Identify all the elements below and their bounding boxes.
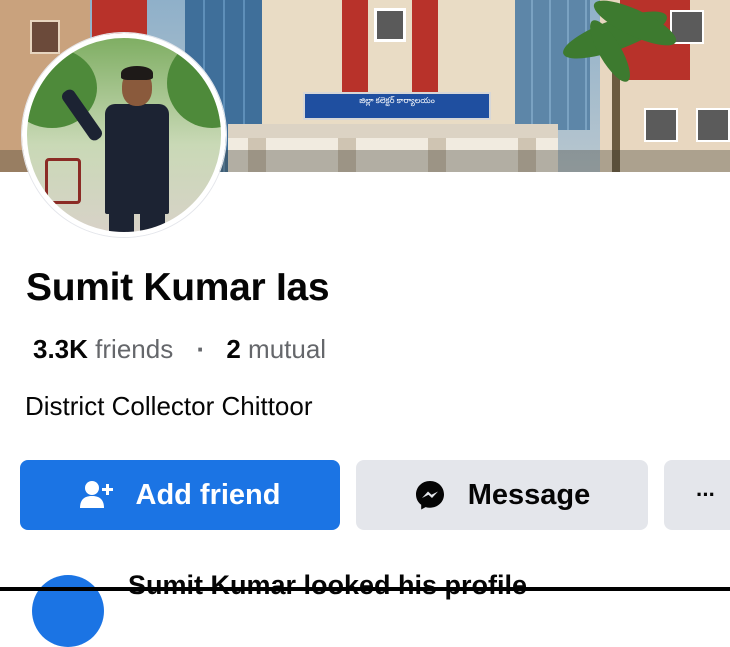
cover-glass-facade-right	[515, 0, 590, 130]
friends-label: friends	[95, 334, 174, 364]
message-button[interactable]: Message	[356, 460, 648, 530]
profile-name: Sumit Kumar Ias	[26, 266, 330, 309]
mutual-count: 2	[226, 334, 241, 364]
avatar-person-body	[105, 104, 169, 214]
avatar-person-legs	[109, 208, 165, 232]
message-label: Message	[467, 478, 591, 511]
friends-count: 3.3K	[33, 334, 88, 364]
profile-avatar[interactable]	[22, 33, 226, 237]
more-options-button[interactable]: ···	[664, 460, 730, 530]
avatar-chair	[45, 158, 81, 204]
messenger-icon	[414, 479, 446, 511]
friends-stats[interactable]: 3.3K friends · 2 mutual	[33, 334, 326, 365]
more-icon: ···	[696, 482, 716, 507]
add-friend-icon	[79, 480, 114, 510]
feed-item-avatar[interactable]	[32, 575, 104, 647]
profile-bio: District Collector Chittoor	[25, 391, 313, 421]
screen-bottom-edge	[0, 587, 730, 591]
avatar-person-hair	[121, 66, 153, 80]
mutual-label: mutual	[248, 334, 327, 364]
add-friend-label: Add friend	[135, 478, 281, 511]
add-friend-button[interactable]: Add friend	[20, 460, 340, 530]
stats-separator: ·	[196, 334, 206, 364]
cover-signboard: జిల్లా కలెక్టర్ కార్యాలయం	[303, 92, 491, 120]
feed-item-text: Sumit Kumar looked his profile	[128, 570, 528, 600]
